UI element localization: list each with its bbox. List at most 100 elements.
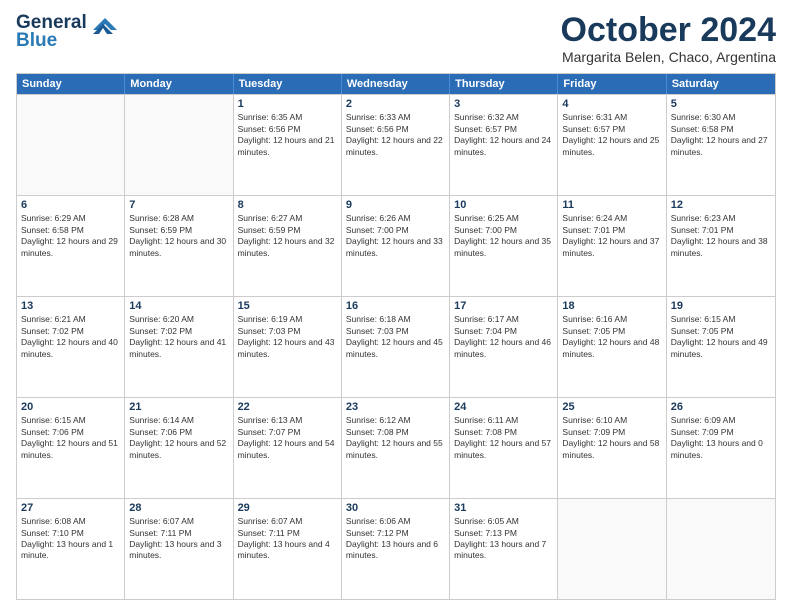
calendar-cell: 13 Sunrise: 6:21 AMSunset: 7:02 PMDayligh…	[17, 297, 125, 397]
day-number: 28	[129, 502, 228, 514]
cell-details: Sunrise: 6:14 AMSunset: 7:06 PMDaylight:…	[129, 415, 228, 461]
calendar-row-5: 27Sunrise: 6:08 AMSunset: 7:10 PMDayligh…	[17, 498, 775, 599]
calendar-cell: 25Sunrise: 6:10 AMSunset: 7:09 PMDayligh…	[558, 398, 666, 498]
day-number: 22	[238, 401, 337, 413]
calendar-cell: 4 Sunrise: 6:31 AMSunset: 6:57 PMDaylight…	[558, 95, 666, 195]
calendar-cell: 12 Sunrise: 6:23 AMSunset: 7:01 PMDayligh…	[667, 196, 775, 296]
header-day-tuesday: Tuesday	[234, 74, 342, 94]
calendar-cell: 19Sunrise: 6:15 AMSunset: 7:05 PMDayligh…	[667, 297, 775, 397]
day-number: 9	[346, 199, 445, 211]
calendar-row-3: 13 Sunrise: 6:21 AMSunset: 7:02 PMDayligh…	[17, 296, 775, 397]
location-subtitle: Margarita Belen, Chaco, Argentina	[561, 49, 776, 65]
day-number: 18	[562, 300, 661, 312]
cell-details: Sunrise: 6:33 AMSunset: 6:56 PMDaylight:…	[346, 112, 445, 158]
cell-details: Sunrise: 6:12 AMSunset: 7:08 PMDaylight:…	[346, 415, 445, 461]
cell-details: Sunrise: 6:28 AMSunset: 6:59 PMDaylight:…	[129, 213, 228, 259]
calendar-cell	[667, 499, 775, 599]
cell-details: Sunrise: 6:31 AMSunset: 6:57 PMDaylight:…	[562, 112, 661, 158]
calendar-cell: 20 Sunrise: 6:15 AMSunset: 7:06 PMDayligh…	[17, 398, 125, 498]
cell-details: Sunrise: 6:17 AMSunset: 7:04 PMDaylight:…	[454, 314, 553, 360]
calendar-cell: 17 Sunrise: 6:17 AMSunset: 7:04 PMDayligh…	[450, 297, 558, 397]
day-number: 7	[129, 199, 228, 211]
header-day-monday: Monday	[125, 74, 233, 94]
calendar-cell: 8Sunrise: 6:27 AMSunset: 6:59 PMDaylight…	[234, 196, 342, 296]
calendar-body: 1Sunrise: 6:35 AMSunset: 6:56 PMDaylight…	[17, 94, 775, 599]
title-area: October 2024 Margarita Belen, Chaco, Arg…	[561, 12, 776, 65]
day-number: 10	[454, 199, 553, 211]
calendar-cell: 2 Sunrise: 6:33 AMSunset: 6:56 PMDaylight…	[342, 95, 450, 195]
calendar-cell: 1Sunrise: 6:35 AMSunset: 6:56 PMDaylight…	[234, 95, 342, 195]
cell-details: Sunrise: 6:16 AMSunset: 7:05 PMDaylight:…	[562, 314, 661, 360]
cell-details: Sunrise: 6:19 AMSunset: 7:03 PMDaylight:…	[238, 314, 337, 360]
cell-details: Sunrise: 6:10 AMSunset: 7:09 PMDaylight:…	[562, 415, 661, 461]
header-day-wednesday: Wednesday	[342, 74, 450, 94]
cell-details: Sunrise: 6:20 AMSunset: 7:02 PMDaylight:…	[129, 314, 228, 360]
cell-details: Sunrise: 6:25 AMSunset: 7:00 PMDaylight:…	[454, 213, 553, 259]
calendar-cell: 11 Sunrise: 6:24 AMSunset: 7:01 PMDayligh…	[558, 196, 666, 296]
day-number: 11	[562, 199, 661, 211]
calendar-cell: 28 Sunrise: 6:07 AMSunset: 7:11 PMDayligh…	[125, 499, 233, 599]
day-number: 29	[238, 502, 337, 514]
calendar-cell: 27Sunrise: 6:08 AMSunset: 7:10 PMDayligh…	[17, 499, 125, 599]
cell-details: Sunrise: 6:18 AMSunset: 7:03 PMDaylight:…	[346, 314, 445, 360]
cell-details: Sunrise: 6:15 AMSunset: 7:05 PMDaylight:…	[671, 314, 771, 360]
cell-details: Sunrise: 6:23 AMSunset: 7:01 PMDaylight:…	[671, 213, 771, 259]
day-number: 24	[454, 401, 553, 413]
cell-details: Sunrise: 6:30 AMSunset: 6:58 PMDaylight:…	[671, 112, 771, 158]
calendar-cell: 22 Sunrise: 6:13 AMSunset: 7:07 PMDayligh…	[234, 398, 342, 498]
cell-details: Sunrise: 6:32 AMSunset: 6:57 PMDaylight:…	[454, 112, 553, 158]
cell-details: Sunrise: 6:06 AMSunset: 7:12 PMDaylight:…	[346, 516, 445, 562]
logo-icon	[89, 14, 117, 34]
cell-details: Sunrise: 6:15 AMSunset: 7:06 PMDaylight:…	[21, 415, 120, 461]
header-day-thursday: Thursday	[450, 74, 558, 94]
day-number: 21	[129, 401, 228, 413]
cell-details: Sunrise: 6:07 AMSunset: 7:11 PMDaylight:…	[129, 516, 228, 562]
cell-details: Sunrise: 6:29 AMSunset: 6:58 PMDaylight:…	[21, 213, 120, 259]
cell-details: Sunrise: 6:13 AMSunset: 7:07 PMDaylight:…	[238, 415, 337, 461]
calendar-cell: 16 Sunrise: 6:18 AMSunset: 7:03 PMDayligh…	[342, 297, 450, 397]
day-number: 5	[671, 98, 771, 110]
calendar-cell: 31Sunrise: 6:05 AMSunset: 7:13 PMDayligh…	[450, 499, 558, 599]
calendar-cell: 21 Sunrise: 6:14 AMSunset: 7:06 PMDayligh…	[125, 398, 233, 498]
day-number: 31	[454, 502, 553, 514]
cell-details: Sunrise: 6:07 AMSunset: 7:11 PMDaylight:…	[238, 516, 337, 562]
day-number: 4	[562, 98, 661, 110]
cell-details: Sunrise: 6:08 AMSunset: 7:10 PMDaylight:…	[21, 516, 120, 562]
day-number: 16	[346, 300, 445, 312]
cell-details: Sunrise: 6:35 AMSunset: 6:56 PMDaylight:…	[238, 112, 337, 158]
cell-details: Sunrise: 6:09 AMSunset: 7:09 PMDaylight:…	[671, 415, 771, 461]
page: General Blue October 2024 Margarita Bele…	[0, 0, 792, 612]
day-number: 30	[346, 502, 445, 514]
day-number: 17	[454, 300, 553, 312]
day-number: 20	[21, 401, 120, 413]
cell-details: Sunrise: 6:26 AMSunset: 7:00 PMDaylight:…	[346, 213, 445, 259]
header: General Blue October 2024 Margarita Bele…	[16, 12, 776, 65]
calendar-cell: 14Sunrise: 6:20 AMSunset: 7:02 PMDayligh…	[125, 297, 233, 397]
cell-details: Sunrise: 6:24 AMSunset: 7:01 PMDaylight:…	[562, 213, 661, 259]
logo: General Blue	[16, 12, 117, 52]
calendar-cell: 26 Sunrise: 6:09 AMSunset: 7:09 PMDayligh…	[667, 398, 775, 498]
day-number: 2	[346, 98, 445, 110]
calendar-cell: 15 Sunrise: 6:19 AMSunset: 7:03 PMDayligh…	[234, 297, 342, 397]
day-number: 15	[238, 300, 337, 312]
calendar-cell: 7 Sunrise: 6:28 AMSunset: 6:59 PMDaylight…	[125, 196, 233, 296]
calendar-cell: 30 Sunrise: 6:06 AMSunset: 7:12 PMDayligh…	[342, 499, 450, 599]
day-number: 13	[21, 300, 120, 312]
calendar: SundayMondayTuesdayWednesdayThursdayFrid…	[16, 73, 776, 600]
calendar-row-2: 6Sunrise: 6:29 AMSunset: 6:58 PMDaylight…	[17, 195, 775, 296]
calendar-cell: 24Sunrise: 6:11 AMSunset: 7:08 PMDayligh…	[450, 398, 558, 498]
day-number: 8	[238, 199, 337, 211]
calendar-cell: 23 Sunrise: 6:12 AMSunset: 7:08 PMDayligh…	[342, 398, 450, 498]
header-day-saturday: Saturday	[667, 74, 775, 94]
header-day-friday: Friday	[558, 74, 666, 94]
calendar-row-1: 1Sunrise: 6:35 AMSunset: 6:56 PMDaylight…	[17, 94, 775, 195]
day-number: 12	[671, 199, 771, 211]
day-number: 26	[671, 401, 771, 413]
calendar-header: SundayMondayTuesdayWednesdayThursdayFrid…	[17, 74, 775, 94]
calendar-cell: 9 Sunrise: 6:26 AMSunset: 7:00 PMDaylight…	[342, 196, 450, 296]
logo-blue: Blue	[16, 30, 57, 52]
day-number: 23	[346, 401, 445, 413]
calendar-cell: 10 Sunrise: 6:25 AMSunset: 7:00 PMDayligh…	[450, 196, 558, 296]
calendar-cell: 3Sunrise: 6:32 AMSunset: 6:57 PMDaylight…	[450, 95, 558, 195]
cell-details: Sunrise: 6:21 AMSunset: 7:02 PMDaylight:…	[21, 314, 120, 360]
